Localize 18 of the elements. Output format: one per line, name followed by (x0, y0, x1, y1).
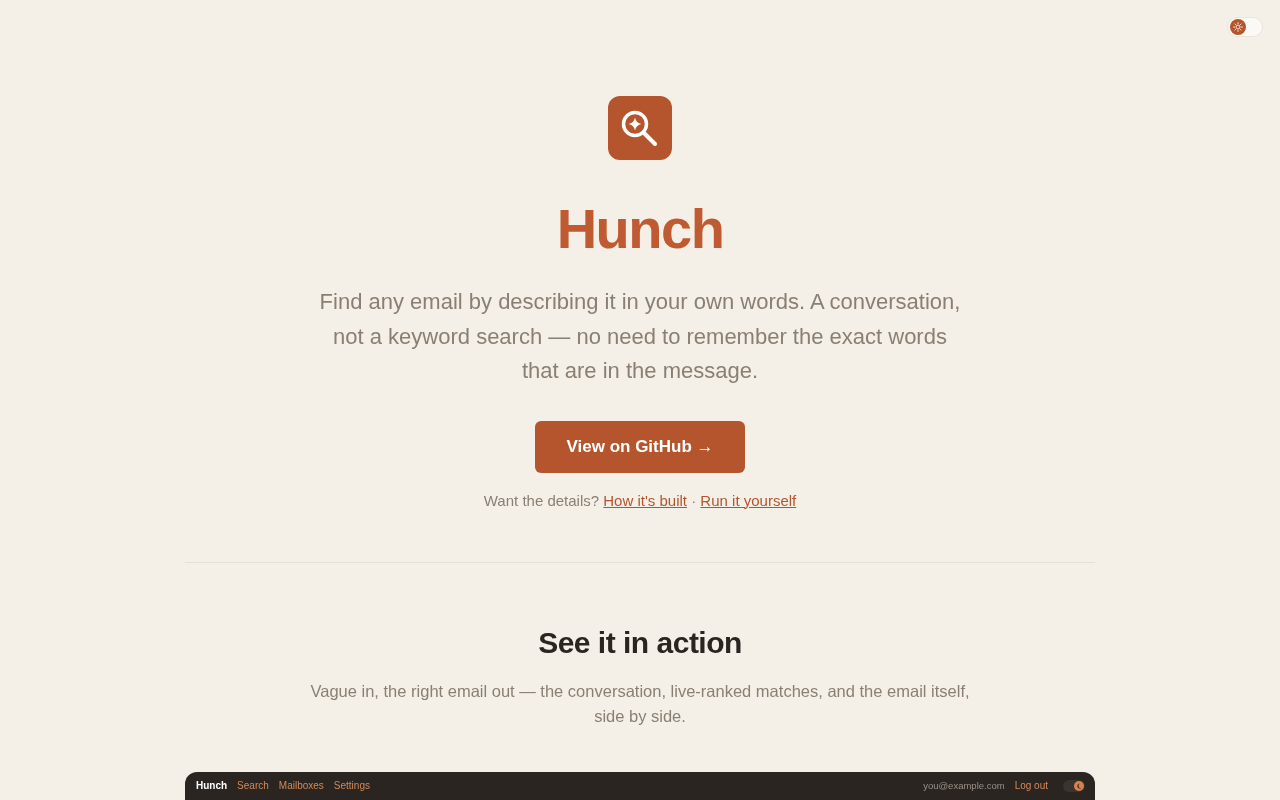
app-brand: Hunch (196, 780, 228, 791)
github-button[interactable]: View on GitHub → (535, 420, 745, 473)
details-prompt: Want the details? (483, 491, 600, 509)
magnifier-logo-icon (608, 96, 672, 160)
theme-toggle[interactable] (1227, 17, 1263, 37)
tagline: Find any email by describing it in your own words. A conversation, not a keyword search — no need to remember the exact words that are in the message. (318, 288, 962, 385)
nav-link[interactable]: Settings (333, 780, 370, 791)
section-heading: See it in action (538, 624, 742, 661)
nav-link[interactable]: Search (237, 780, 269, 791)
details-link[interactable]: Run it yourself (700, 491, 797, 509)
logout-link[interactable]: Log out (1014, 780, 1048, 791)
nav-link[interactable]: Mailboxes (278, 780, 324, 791)
theme-toggle[interactable] (1063, 779, 1085, 792)
user-email: you@example.com (923, 780, 1005, 791)
link-separator: · (691, 491, 697, 509)
section-description: Vague in, the right email out — the conversation, live-ranked matches, and the email itself, side by side. (310, 681, 970, 727)
app-title: Hunch (556, 197, 724, 261)
details-link[interactable]: How it's built (603, 491, 687, 509)
